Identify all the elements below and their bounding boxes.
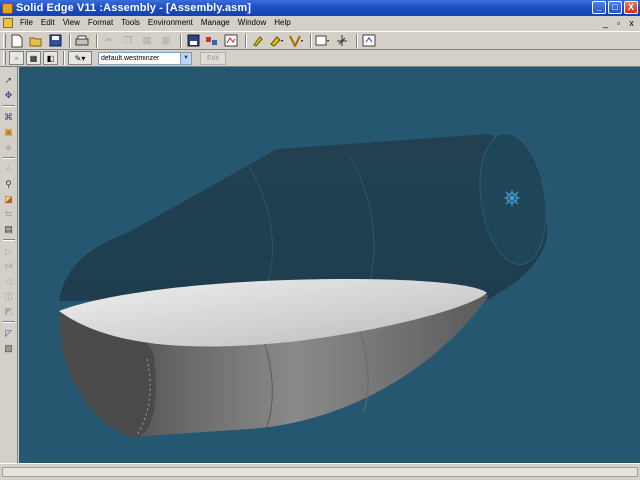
- axis-icon[interactable]: [334, 33, 350, 49]
- style-toolbar: ▫ ▦ ◧ ✎▾ default.westminzer ▼ Edit: [0, 50, 640, 67]
- style-select[interactable]: default.westminzer ▼: [98, 51, 192, 65]
- window-title: Solid Edge V11 :Assembly - [Assembly.asm…: [16, 2, 251, 14]
- doc-minimize-button[interactable]: _: [601, 18, 610, 28]
- tool-separator: [2, 239, 15, 241]
- main-toolbar: ✂ ❐ ▤ ▥: [0, 31, 640, 50]
- menu-environment[interactable]: Environment: [144, 16, 197, 30]
- feature-icon[interactable]: ✧: [2, 162, 16, 176]
- toolbar-grip[interactable]: [3, 33, 6, 48]
- insert-part-icon[interactable]: [204, 33, 220, 49]
- title-bar: Solid Edge V11 :Assembly - [Assembly.asm…: [0, 0, 640, 16]
- menu-format[interactable]: Format: [84, 16, 117, 30]
- tool-separator: [2, 321, 15, 323]
- assembly-view-icon[interactable]: ▦: [26, 51, 41, 65]
- paste-special-icon[interactable]: ▥: [158, 33, 174, 49]
- part-icon[interactable]: ◈: [2, 140, 16, 154]
- style-select-value: default.westminzer: [101, 54, 160, 62]
- status-area: [0, 463, 640, 480]
- move-icon[interactable]: ✥: [2, 88, 16, 102]
- zoom-icon[interactable]: [315, 33, 331, 49]
- simplify-icon[interactable]: ◫: [2, 289, 16, 303]
- maximize-button[interactable]: □: [608, 1, 622, 14]
- toolbar-separator: [245, 33, 247, 48]
- app-logo-icon[interactable]: [2, 2, 13, 14]
- edit-style-button[interactable]: Edit: [200, 51, 226, 65]
- parts-library-icon[interactable]: [223, 33, 239, 49]
- minimize-button[interactable]: _: [592, 1, 606, 14]
- view-orient-icon[interactable]: [288, 33, 304, 49]
- document-icon[interactable]: [3, 18, 13, 28]
- pattern-icon[interactable]: ▤: [2, 222, 16, 236]
- cut-icon[interactable]: ✂: [101, 33, 117, 49]
- paste-icon[interactable]: ▤: [139, 33, 155, 49]
- explode-icon[interactable]: ◁: [2, 274, 16, 288]
- toolbar-separator: [310, 33, 312, 48]
- assembly-model[interactable]: [19, 67, 640, 463]
- toolbar-separator: [356, 33, 358, 48]
- menu-bar: File Edit View Format Tools Environment …: [0, 16, 640, 30]
- mirror-icon[interactable]: ▷: [2, 244, 16, 258]
- part-view-icon[interactable]: ▫: [9, 51, 24, 65]
- toolbar-separator: [96, 33, 98, 48]
- shell-upper: [59, 134, 548, 301]
- graphics-viewport[interactable]: [19, 67, 640, 463]
- flash-fit-icon[interactable]: ⇆: [2, 207, 16, 221]
- open-icon[interactable]: [28, 33, 44, 49]
- style-brush-icon[interactable]: ✎▾: [68, 51, 92, 65]
- offset-icon[interactable]: ◩: [2, 304, 16, 318]
- select-icon[interactable]: ➚: [2, 73, 16, 87]
- doc-close-button[interactable]: x: [627, 18, 636, 28]
- toolbar-separator: [180, 33, 182, 48]
- menu-help[interactable]: Help: [270, 16, 294, 30]
- chevron-down-icon[interactable]: ▼: [180, 52, 191, 64]
- horizontal-scrollbar[interactable]: [2, 467, 638, 477]
- color-icon[interactable]: [269, 33, 285, 49]
- new-icon[interactable]: [9, 33, 25, 49]
- toolbar-separator: [63, 51, 65, 65]
- print-icon[interactable]: [74, 33, 90, 49]
- relations-icon[interactable]: ⌘: [2, 110, 16, 124]
- assemble-icon[interactable]: ▣: [2, 125, 16, 139]
- property-icon[interactable]: ◸: [2, 326, 16, 340]
- align-icon[interactable]: ◪: [2, 192, 16, 206]
- toolbar-separator: [69, 33, 71, 48]
- frame-view-icon[interactable]: ◧: [43, 51, 58, 65]
- highlight-icon[interactable]: [250, 33, 266, 49]
- left-tool-palette: ➚ ✥ ⌘ ▣ ◈ ✧ ⚲ ◪ ⇆ ▤ ▷ ⋈ ◁ ◫ ◩ ◸ ▧: [0, 67, 18, 463]
- menu-file[interactable]: File: [16, 16, 37, 30]
- close-button[interactable]: X: [624, 1, 638, 14]
- copy-icon[interactable]: ❐: [120, 33, 136, 49]
- menu-window[interactable]: Window: [234, 16, 270, 30]
- menu-manage[interactable]: Manage: [197, 16, 234, 30]
- tool-separator: [2, 105, 15, 107]
- refresh-icon[interactable]: [361, 33, 377, 49]
- menu-edit[interactable]: Edit: [37, 16, 59, 30]
- menu-view[interactable]: View: [59, 16, 84, 30]
- menu-tools[interactable]: Tools: [117, 16, 144, 30]
- doc-restore-button[interactable]: ▫: [614, 18, 623, 28]
- save-icon[interactable]: [47, 33, 63, 49]
- save-as-icon[interactable]: [185, 33, 201, 49]
- mate-icon[interactable]: ⚲: [2, 177, 16, 191]
- report-icon[interactable]: ▧: [2, 341, 16, 355]
- tool-separator: [2, 157, 15, 159]
- toolbar-grip[interactable]: [3, 51, 6, 65]
- replace-icon[interactable]: ⋈: [2, 259, 16, 273]
- coordinate-triad-icon[interactable]: [504, 190, 520, 206]
